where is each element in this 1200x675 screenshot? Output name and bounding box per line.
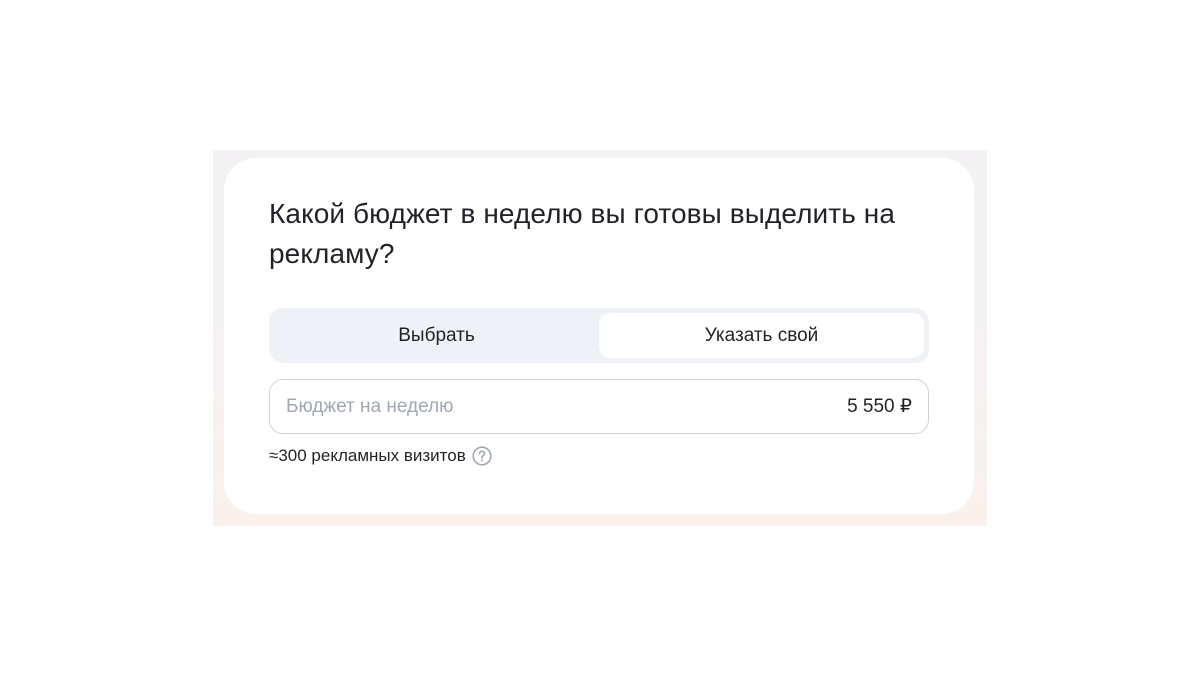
budget-mode-custom-option[interactable]: Указать свой	[599, 313, 924, 358]
budget-mode-choose-option[interactable]: Выбрать	[274, 313, 599, 358]
budget-question-title: Какой бюджет в неделю вы готовы выделить…	[269, 198, 896, 269]
question-circle-icon[interactable]	[472, 446, 492, 466]
budget-widget-backdrop: Какой бюджет в неделю вы готовы выделить…	[213, 150, 987, 526]
weekly-budget-value[interactable]: 5 550 ₽	[847, 395, 912, 418]
visits-estimate-text: ≈300 рекламных визитов	[269, 446, 466, 465]
weekly-budget-field[interactable]: Бюджет на неделю 5 550 ₽	[269, 379, 929, 434]
visits-estimate: ≈300 рекламных визитов	[269, 444, 492, 468]
budget-card: Какой бюджет в неделю вы готовы выделить…	[224, 158, 974, 514]
weekly-budget-label: Бюджет на неделю	[286, 395, 454, 417]
budget-mode-toggle: Выбрать Указать свой	[269, 308, 929, 363]
